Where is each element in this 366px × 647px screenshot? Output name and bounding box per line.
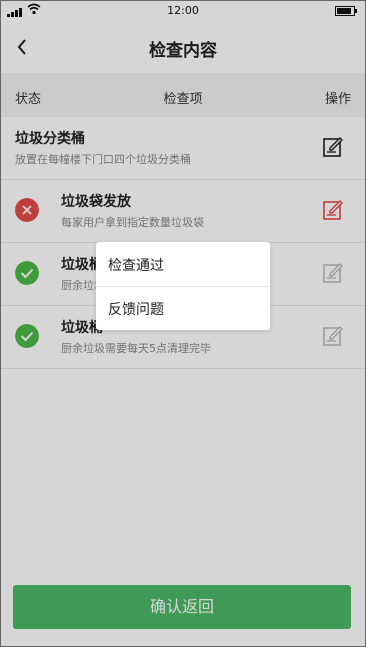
menu-item-feedback[interactable]: 反馈问题 — [108, 299, 164, 319]
phone-frame: 12:00 检查内容 状态 检查项 操作 垃圾分类桶 放置在每幢楼下门口四个垃圾… — [0, 0, 366, 647]
menu-divider — [96, 286, 270, 287]
action-popup-menu: 检查通过 反馈问题 — [96, 242, 270, 330]
menu-item-pass[interactable]: 检查通过 — [108, 255, 164, 275]
